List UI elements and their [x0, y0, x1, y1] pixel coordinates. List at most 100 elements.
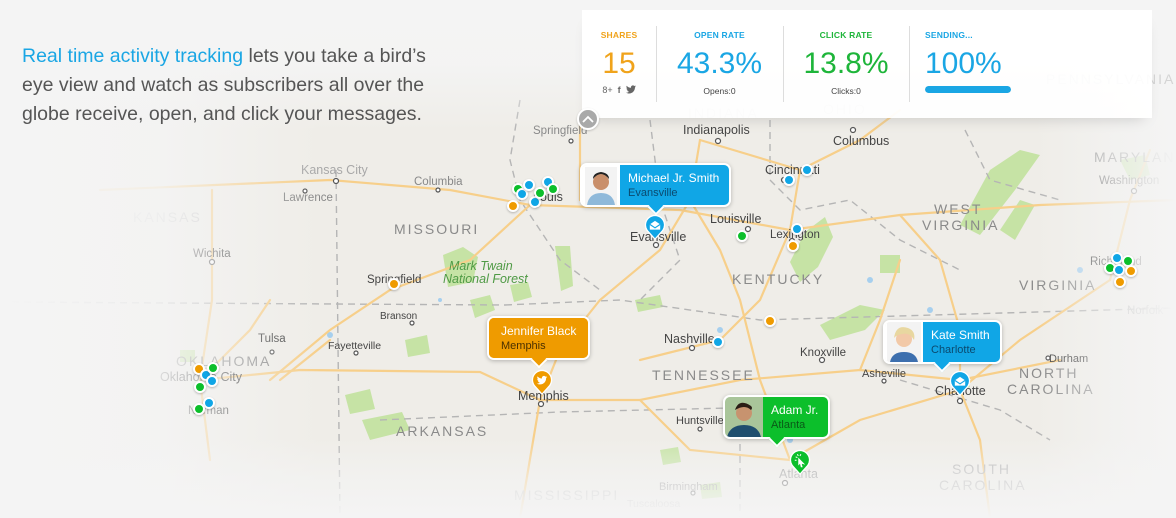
stat-clicks-count: Clicks:0: [831, 86, 861, 96]
sending-progress-fill: [925, 86, 1011, 93]
stat-click-rate: CLICK RATE 13.8% Clicks:0: [783, 10, 909, 118]
intro-paragraph: Real time activity tracking lets you tak…: [22, 42, 462, 129]
intro-highlight: Real time activity tracking: [22, 45, 244, 67]
stat-shares-label: SHARES: [600, 30, 638, 40]
forest-label-1: Mark Twain: [449, 259, 513, 273]
popup-jennifer-black[interactable]: Jennifer Black Memphis: [487, 316, 591, 369]
sending-progress-bar: [925, 86, 1011, 93]
popup-adam-jr[interactable]: Adam Jr. Atlanta: [723, 395, 831, 448]
city-branson: Branson: [380, 311, 417, 322]
person-avatar-icon: [725, 397, 763, 437]
activity-dot-blue[interactable]: [712, 336, 724, 348]
activity-dot-green[interactable]: [736, 230, 748, 242]
chevron-up-icon: [582, 115, 594, 123]
popup-name: Jennifer Black: [501, 324, 577, 338]
avatar: [885, 322, 923, 362]
state-label-oklahoma: OKLAHOMA: [176, 353, 271, 369]
cursor-click-icon[interactable]: [787, 449, 813, 475]
activity-dot-green[interactable]: [193, 403, 205, 415]
stat-sending: SENDING... 100%: [909, 10, 1029, 118]
popup-kate-smith[interactable]: Kate Smith Charlotte: [883, 320, 1002, 373]
activity-dot-orange[interactable]: [388, 278, 400, 290]
activity-dot-blue[interactable]: [206, 375, 218, 387]
stats-panel: SHARES 15 8+ f OPEN RATE 43.3% Opens:0 C…: [582, 10, 1152, 118]
activity-dot-green[interactable]: [534, 187, 546, 199]
stat-click-rate-value: 13.8%: [803, 47, 889, 80]
activity-dot-green[interactable]: [207, 362, 219, 374]
stat-sending-label: SENDING...: [925, 30, 973, 40]
city-tulsa: Tulsa: [258, 333, 286, 345]
twitter-pin-icon[interactable]: [529, 369, 555, 395]
city-fayetteville: Fayetteville: [328, 340, 381, 352]
envelope-open-icon[interactable]: [642, 214, 668, 240]
state-label-south-carolina-1: SOUTH: [952, 461, 1011, 477]
share-icons: 8+ f: [582, 85, 656, 96]
collapse-button[interactable]: [577, 108, 599, 130]
activity-dot-orange[interactable]: [1125, 265, 1137, 277]
state-label-north-carolina-2: CAROLINA: [1007, 381, 1095, 397]
activity-dot-blue[interactable]: [801, 164, 813, 176]
state-label-tennessee: TENNESSEE: [652, 367, 755, 383]
avatar: [582, 165, 620, 205]
state-label-west-virginia-2: VIRGINIA: [922, 217, 999, 233]
activity-dot-orange[interactable]: [1114, 276, 1126, 288]
person-avatar-icon: [585, 167, 617, 205]
state-label-maryland: MARYLAND: [1094, 149, 1176, 165]
city-lawrence: Lawrence: [283, 192, 333, 204]
city-birmingham: Birmingham: [659, 481, 718, 493]
state-label-south-carolina-2: CAROLINA: [939, 477, 1027, 493]
activity-dot-blue[interactable]: [791, 223, 803, 235]
city-washington: Washington: [1099, 175, 1159, 187]
popup-info: Michael Jr. Smith Evansville: [620, 165, 730, 205]
stat-open-rate: OPEN RATE 43.3% Opens:0: [656, 10, 783, 118]
popup-name: Kate Smith: [931, 328, 990, 342]
activity-dot-orange[interactable]: [507, 200, 519, 212]
popup-city: Charlotte: [931, 344, 976, 356]
activity-dot-orange[interactable]: [787, 240, 799, 252]
state-label-kansas: KANSAS: [133, 209, 202, 225]
activity-dot-blue[interactable]: [1113, 264, 1125, 276]
popup-city: Memphis: [501, 340, 546, 352]
state-label-missouri: MISSOURI: [394, 221, 479, 237]
facebook-icon[interactable]: f: [618, 85, 621, 96]
activity-dot-green[interactable]: [547, 183, 559, 195]
google-plus-icon[interactable]: 8+: [602, 85, 612, 96]
city-columbus: Columbus: [833, 134, 889, 148]
stat-click-rate-label: CLICK RATE: [819, 30, 873, 40]
activity-dot-green[interactable]: [194, 381, 206, 393]
activity-dot-blue[interactable]: [523, 179, 535, 191]
activity-dot-blue[interactable]: [783, 174, 795, 186]
envelope-open-icon[interactable]: [947, 370, 973, 396]
city-nashville: Nashville: [664, 332, 715, 346]
state-label-arkansas: ARKANSAS: [396, 423, 488, 439]
stat-shares-value: 15: [602, 47, 636, 80]
city-asheville: Asheville: [862, 368, 906, 380]
stat-sending-value: 100%: [925, 47, 1002, 80]
popup-michael-smith[interactable]: Michael Jr. Smith Evansville: [580, 163, 732, 216]
city-huntsville: Huntsville: [676, 415, 724, 427]
state-label-west-virginia-1: WEST: [934, 201, 982, 217]
state-label-virginia: VIRGINIA: [1019, 277, 1096, 293]
city-norfolk: Norfolk: [1127, 305, 1164, 317]
stat-opens-count: Opens:0: [703, 86, 736, 96]
person-avatar-icon: [887, 322, 921, 362]
city-wichita: Wichita: [193, 248, 231, 260]
state-label-kentucky: KENTUCKY: [732, 271, 824, 287]
popup-info: Adam Jr. Atlanta: [763, 397, 829, 437]
popup-info: Kate Smith Charlotte: [923, 322, 1000, 362]
popup-name: Michael Jr. Smith: [628, 171, 720, 185]
popup-city: Evansville: [628, 187, 678, 199]
twitter-icon[interactable]: [625, 85, 636, 96]
city-louisville: Louisville: [710, 212, 761, 226]
city-tuscaloosa: Tuscaloosa: [627, 498, 680, 510]
city-kansas-city: Kansas City: [301, 163, 368, 177]
city-durham: Durham: [1049, 353, 1088, 365]
activity-tracking-stage: KANSAS MISSOURI OKLAHOMA ARKANSAS MISSIS…: [0, 0, 1176, 518]
activity-dot-orange[interactable]: [764, 315, 776, 327]
state-label-north-carolina-1: NORTH: [1019, 365, 1079, 381]
forest-label-2: National Forest: [443, 272, 528, 286]
popup-name: Adam Jr.: [771, 403, 819, 417]
popup-city: Atlanta: [771, 419, 806, 431]
city-columbia: Columbia: [414, 176, 463, 188]
state-label-mississippi: MISSISSIPPI: [514, 487, 619, 503]
